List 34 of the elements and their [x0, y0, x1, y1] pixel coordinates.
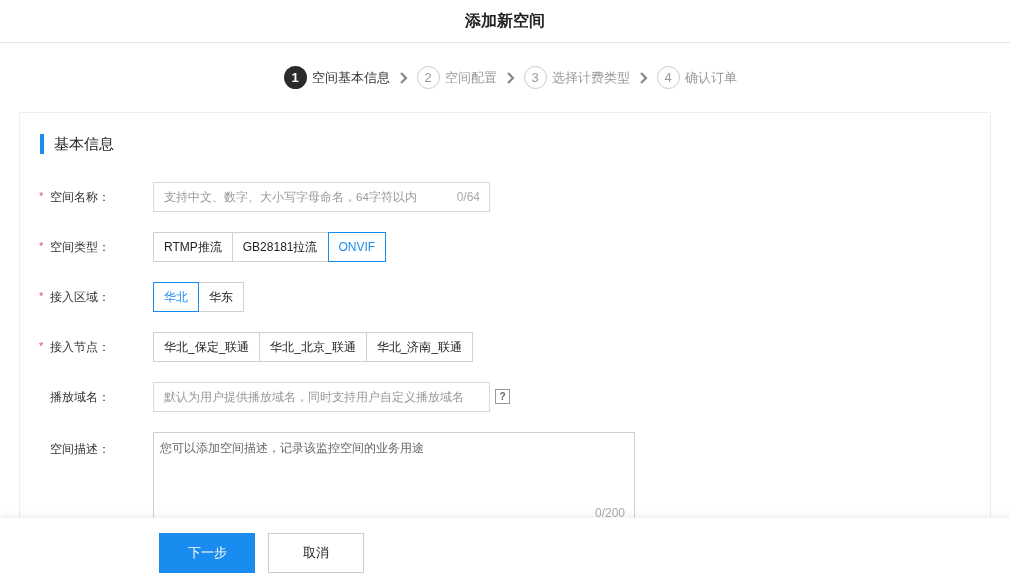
step-number: 1: [283, 66, 307, 89]
option-button[interactable]: RTMP推流: [153, 231, 233, 262]
option-button[interactable]: GB28181拉流: [231, 231, 329, 262]
step-label: 选择计费类型: [551, 68, 630, 87]
step-label: 确认订单: [684, 68, 737, 87]
char-counter: 0/64: [456, 188, 480, 206]
chevron-right-icon: [398, 71, 408, 84]
chevron-right-icon: [505, 71, 515, 84]
step-label: 空间基本信息: [311, 68, 390, 87]
section-title: 基本信息: [54, 134, 114, 154]
field-label: 播放域名：: [50, 388, 110, 406]
help-icon[interactable]: ?: [495, 389, 510, 404]
page-title: 添加新空间: [465, 11, 545, 31]
char-counter: 0/200: [594, 504, 625, 518]
section-marker: [40, 134, 44, 155]
chevron-right-icon: [638, 71, 648, 84]
field-label: 接入节点：: [50, 338, 110, 356]
required-mark: *: [39, 339, 44, 355]
option-button[interactable]: 华北: [153, 281, 199, 312]
option-button[interactable]: ONVIF: [327, 231, 387, 262]
field-label: 接入区域：: [50, 288, 110, 306]
required-mark: *: [39, 239, 44, 255]
field-label: 空间名称：: [50, 188, 110, 206]
cancel-button[interactable]: 取消: [268, 533, 364, 573]
field-label: 空间描述：: [50, 440, 110, 458]
option-button[interactable]: 华北_济南_联通: [365, 331, 474, 362]
required-mark: *: [39, 189, 44, 205]
step-label: 空间配置: [444, 68, 497, 87]
option-button[interactable]: 华北_北京_联通: [259, 331, 367, 362]
field-label: 空间类型：: [50, 238, 110, 256]
option-button[interactable]: 华北_保定_联通: [153, 331, 261, 362]
option-button[interactable]: 华东: [198, 281, 244, 312]
text-field[interactable]: 默认为用户提供播放域名，同时支持用户自定义播放域名: [153, 381, 490, 412]
required-mark: *: [39, 289, 44, 305]
